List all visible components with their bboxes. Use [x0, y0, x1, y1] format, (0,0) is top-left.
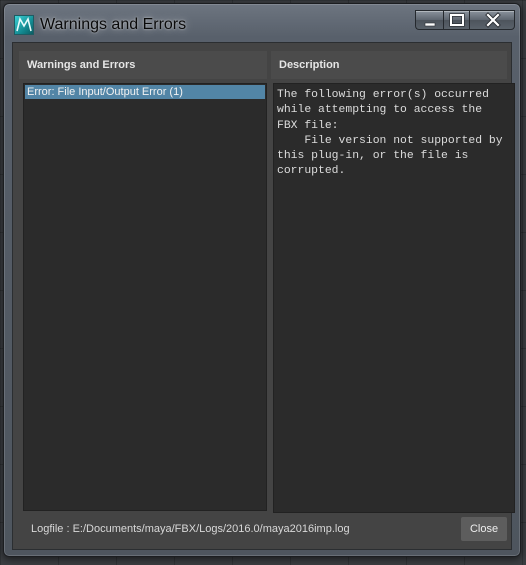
caption-buttons [415, 10, 515, 32]
warnings-panel-header: Warnings and Errors [19, 51, 267, 79]
minimize-button[interactable] [415, 10, 443, 30]
dialog-client-area: Warnings and Errors Description Error: F… [12, 42, 515, 550]
description-panel-header: Description [271, 51, 507, 79]
window-title: Warnings and Errors [40, 16, 187, 33]
close-button[interactable]: Close [461, 517, 507, 541]
maya-icon [14, 15, 34, 35]
title-bar[interactable]: Warnings and Errors [4, 4, 520, 42]
list-item[interactable]: Error: File Input/Output Error (1) [25, 85, 265, 99]
minimize-icon [424, 22, 436, 27]
description-text: The following error(s) occurred while at… [273, 83, 515, 513]
dialog-window: Warnings and Errors Warnings and Errors … [3, 3, 521, 557]
warnings-list[interactable]: Error: File Input/Output Error (1) [23, 83, 267, 511]
close-icon [485, 12, 501, 28]
maximize-button[interactable] [443, 10, 469, 30]
maximize-icon [449, 13, 465, 27]
close-window-button[interactable] [469, 10, 515, 30]
footer: Logfile : E:/Documents/maya/FBX/Logs/201… [19, 515, 507, 545]
logfile-path: Logfile : E:/Documents/maya/FBX/Logs/201… [31, 523, 350, 535]
